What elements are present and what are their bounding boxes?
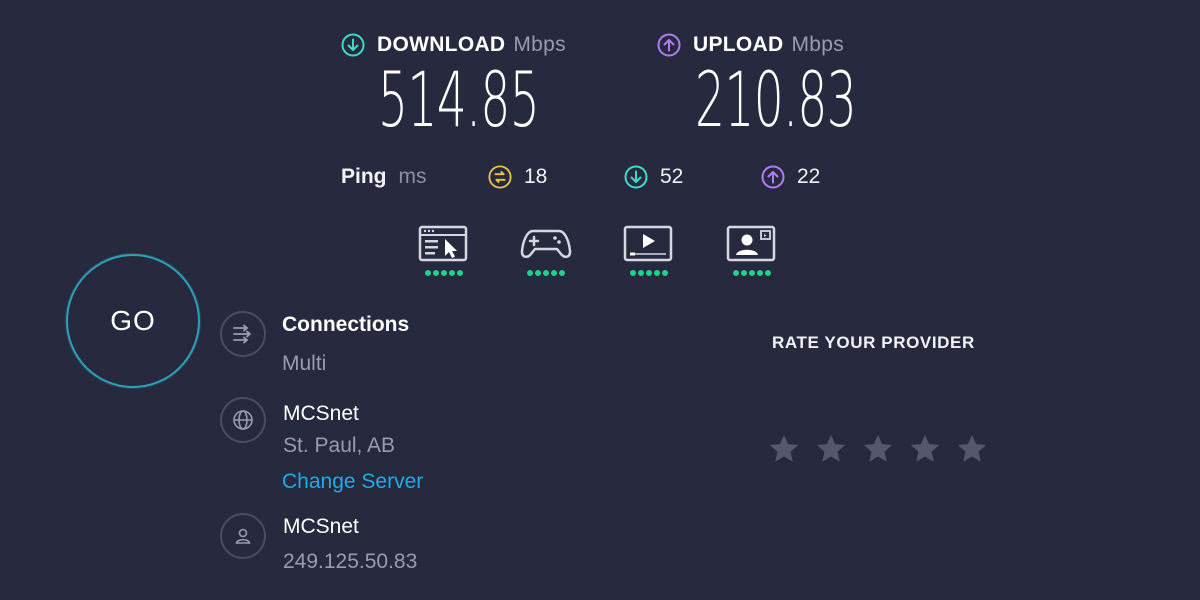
ping-download-value: 52	[660, 165, 684, 188]
rate-provider-title: RATE YOUR PROVIDER	[772, 333, 975, 352]
connections-value[interactable]: Multi	[282, 352, 326, 376]
server-name: MCSnet	[283, 402, 359, 425]
download-label: DOWNLOAD	[377, 33, 506, 56]
star-icon[interactable]	[767, 432, 801, 466]
star-icon[interactable]	[955, 432, 989, 466]
ping-download: 52	[624, 165, 683, 189]
star-icon[interactable]	[814, 432, 848, 466]
server-location: St. Paul, AB	[283, 434, 396, 457]
connections-icon	[220, 311, 266, 357]
go-button[interactable]: GO	[66, 254, 200, 388]
star-icon[interactable]	[908, 432, 942, 466]
provider-name: MCSnet	[283, 515, 359, 538]
quality-dots	[527, 270, 565, 276]
quality-dots	[733, 270, 771, 276]
rating-stars	[767, 432, 989, 466]
ping-idle: 18	[488, 165, 547, 189]
upload-speed-value: 210.83	[695, 55, 857, 144]
upload-unit: Mbps	[791, 33, 845, 56]
arrow-up-circle-icon	[761, 165, 785, 189]
ping-idle-value: 18	[524, 165, 548, 188]
ping-label: Ping	[341, 165, 387, 188]
change-server-link[interactable]: Change Server	[282, 470, 423, 494]
globe-icon	[220, 397, 266, 443]
quality-dots	[630, 270, 668, 276]
provider-ip: 249.125.50.83	[283, 550, 418, 573]
ping-upload: 22	[761, 165, 820, 189]
ping-row: Ping ms	[341, 165, 427, 189]
quality-video-streaming[interactable]	[622, 224, 676, 276]
download-speed-value: 514.85	[378, 55, 540, 144]
quality-dots	[425, 270, 463, 276]
connections-title: Connections	[282, 313, 410, 336]
star-icon[interactable]	[861, 432, 895, 466]
ping-unit: ms	[398, 165, 427, 188]
ping-upload-value: 22	[797, 165, 821, 188]
web-browsing-icon	[418, 225, 468, 262]
arrow-down-circle-icon	[341, 33, 365, 57]
quality-video-chat[interactable]	[725, 224, 779, 276]
upload-header: UPLOAD Mbps	[657, 33, 844, 57]
upload-label: UPLOAD	[693, 33, 784, 56]
ping-idle-icon	[488, 165, 512, 189]
user-icon	[220, 513, 266, 559]
download-unit: Mbps	[513, 33, 566, 56]
arrow-up-circle-icon	[657, 33, 681, 57]
quality-gaming[interactable]	[519, 224, 573, 276]
download-header: DOWNLOAD Mbps	[341, 33, 566, 57]
video-streaming-icon	[623, 225, 673, 262]
arrow-down-circle-icon	[624, 165, 648, 189]
video-chat-icon	[726, 225, 776, 262]
quality-web-browsing[interactable]	[417, 224, 471, 276]
gaming-controller-icon	[520, 229, 572, 259]
